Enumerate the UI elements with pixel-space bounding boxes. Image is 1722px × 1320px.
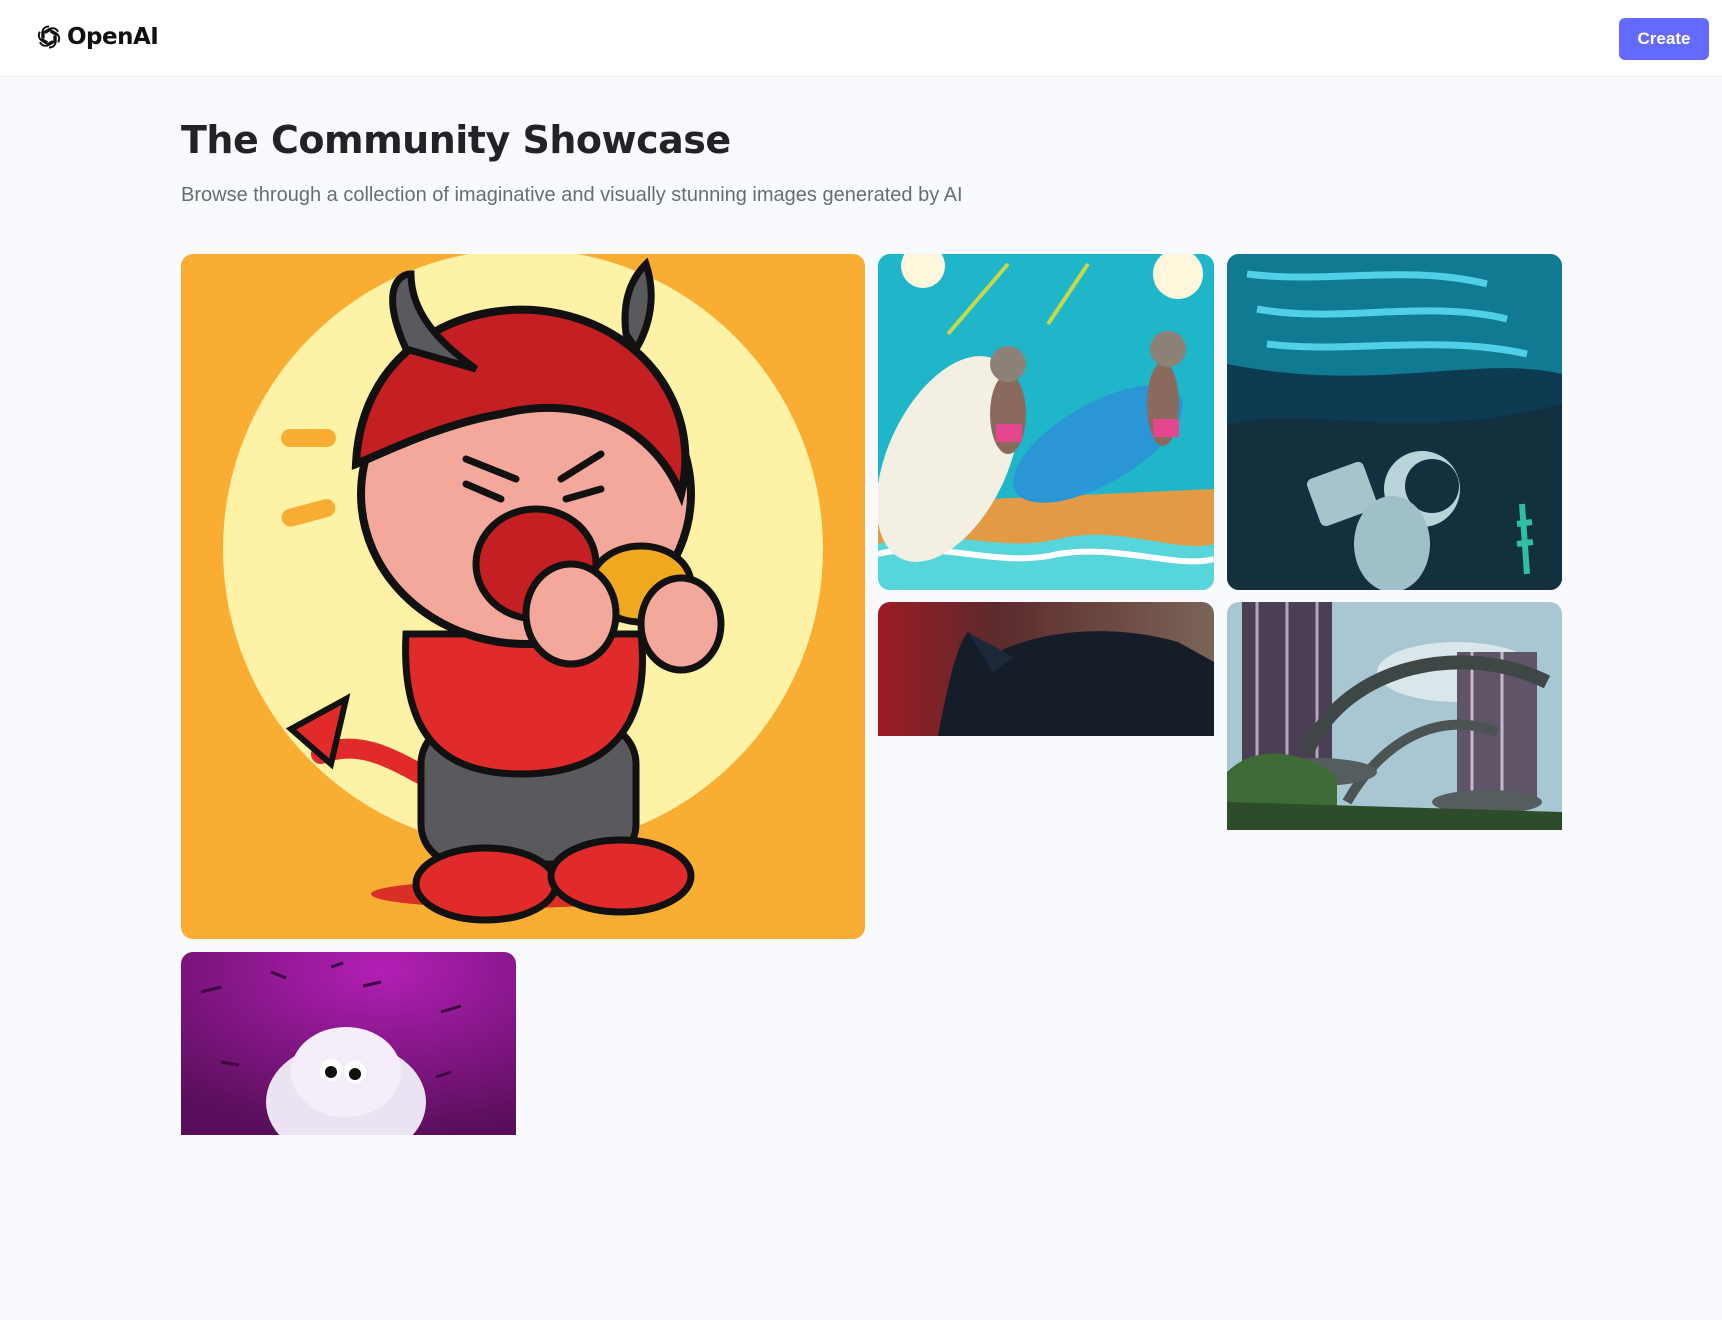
gallery-card-devil[interactable] bbox=[181, 254, 865, 939]
openai-logo[interactable]: OpenAI bbox=[34, 22, 159, 52]
gallery-card-mice[interactable] bbox=[878, 254, 1214, 590]
mice-surfing-beach-image bbox=[878, 254, 1214, 590]
futuristic-towers-image bbox=[1227, 602, 1562, 830]
gallery-card-towers[interactable] bbox=[1227, 602, 1562, 830]
page-subtitle: Browse through a collection of imaginati… bbox=[181, 184, 963, 206]
logo-text: OpenAI bbox=[67, 24, 159, 50]
openai-logo-icon bbox=[35, 24, 63, 50]
astronaut-underwater-image bbox=[1227, 254, 1562, 590]
black-cat-image bbox=[878, 602, 1214, 736]
page-title: The Community Showcase bbox=[181, 118, 731, 162]
top-header: OpenAI Create bbox=[0, 0, 1722, 77]
white-furry-monster-image bbox=[181, 952, 516, 1135]
create-button[interactable]: Create bbox=[1619, 18, 1709, 60]
devil-eating-donut-image bbox=[181, 254, 865, 939]
gallery-card-astronaut[interactable] bbox=[1227, 254, 1562, 590]
gallery-card-monster[interactable] bbox=[181, 952, 516, 1135]
gallery-card-cat[interactable] bbox=[878, 602, 1214, 736]
